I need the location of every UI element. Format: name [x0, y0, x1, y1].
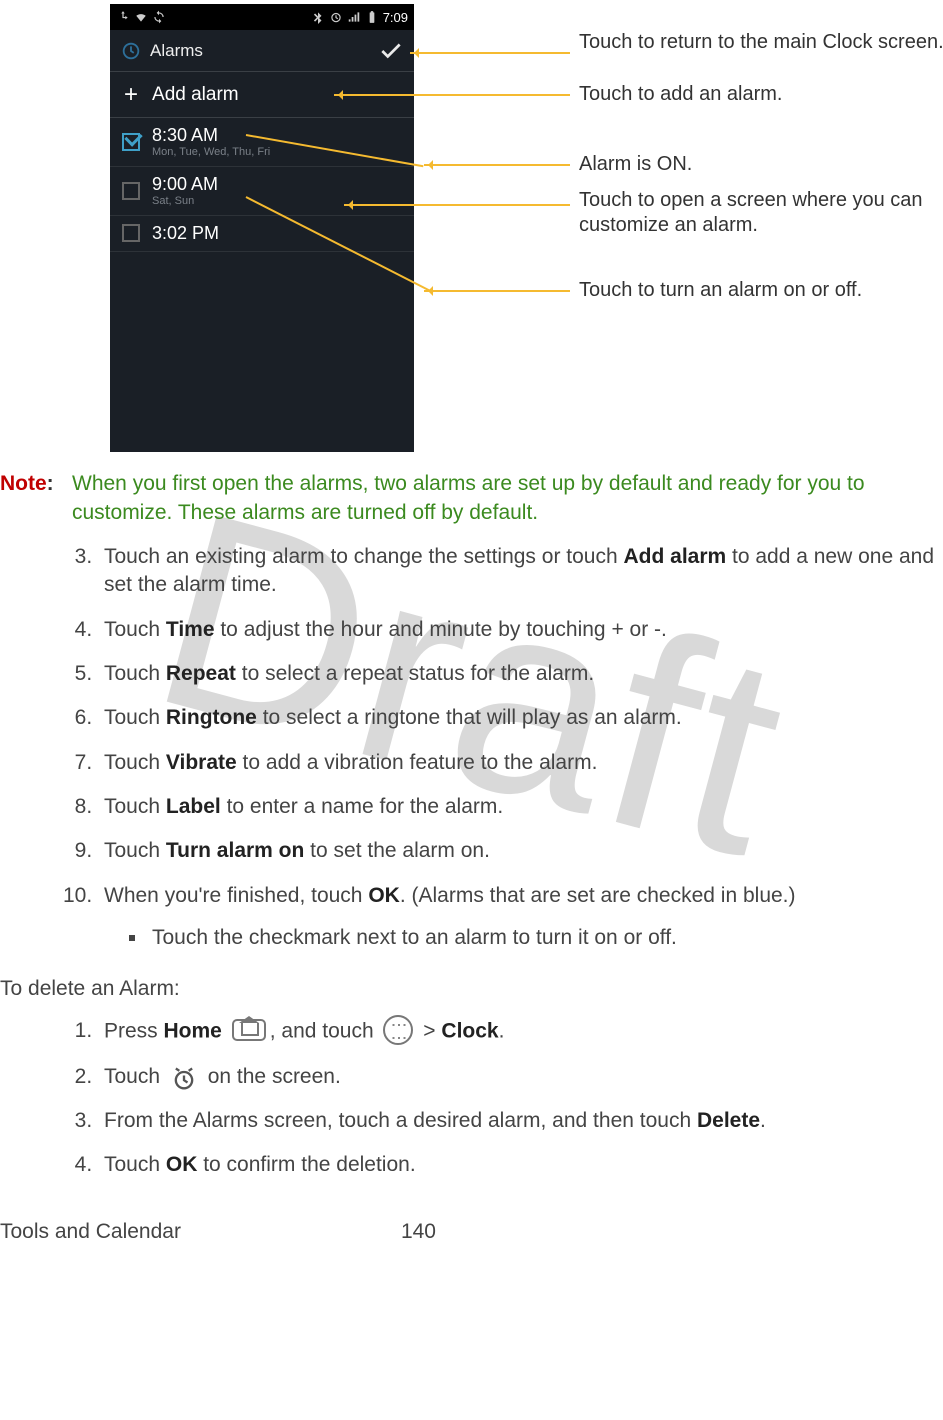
step-item: From the Alarms screen, touch a desired … [98, 1107, 943, 1135]
alarm-days: Sat, Sun [152, 195, 218, 207]
step-item: Touch Label to enter a name for the alar… [98, 793, 943, 821]
clock-icon [120, 40, 142, 62]
sync-icon [152, 10, 166, 24]
step-item: Touch Time to adjust the hour and minute… [98, 616, 943, 644]
callout-text: Alarm is ON. [579, 152, 943, 177]
wifi-icon [134, 10, 148, 24]
home-icon [232, 1019, 266, 1041]
alarm-time: 3:02 PM [152, 224, 219, 244]
phone-screenshot: 7:09 Alarms + Add alarm 8:30 AM Mon, Tue… [110, 4, 414, 452]
alarm-checkbox[interactable] [122, 224, 140, 242]
alarm-time: 9:00 AM [152, 175, 218, 195]
callout-arrow [334, 94, 570, 96]
note-block: Note: When you first open the alarms, tw… [0, 470, 943, 527]
step-item: Touch on the screen. [98, 1063, 943, 1091]
step-item: Touch Turn alarm on to set the alarm on. [98, 837, 943, 865]
status-time: 7:09 [383, 10, 408, 25]
delete-heading: To delete an Alarm: [0, 977, 943, 1001]
step-item: Press Home , and touch > Clock. [98, 1017, 943, 1047]
step-item: Touch an existing alarm to change the se… [98, 543, 943, 600]
plus-icon: + [124, 81, 138, 109]
phone-filler [110, 252, 414, 452]
step-item: When you're finished, touch OK. (Alarms … [98, 882, 943, 953]
step-item: Touch OK to confirm the deletion. [98, 1151, 943, 1179]
alarm-row[interactable]: 8:30 AM Mon, Tue, Wed, Thu, Fri [110, 118, 414, 167]
callout-text: Touch to return to the main Clock screen… [579, 30, 943, 55]
step-item: Touch Ringtone to select a ringtone that… [98, 704, 943, 732]
sub-item: Touch the checkmark next to an alarm to … [148, 924, 943, 952]
sub-list: Touch the checkmark next to an alarm to … [104, 924, 943, 952]
note-label: Note: [0, 470, 72, 527]
callout-arrow [424, 164, 570, 166]
alarm-status-icon [329, 10, 343, 24]
note-body: When you first open the alarms, two alar… [72, 470, 943, 527]
bluetooth-icon [311, 10, 325, 24]
step-item: Touch Vibrate to add a vibration feature… [98, 749, 943, 777]
title-bar: Alarms [110, 30, 414, 72]
figure-row: 7:09 Alarms + Add alarm 8:30 AM Mon, Tue… [110, 4, 943, 452]
alarm-row[interactable]: 3:02 PM [110, 216, 414, 253]
usb-icon [116, 10, 130, 24]
battery-icon [365, 10, 379, 24]
done-check-icon[interactable] [378, 38, 404, 64]
alarm-row[interactable]: 9:00 AM Sat, Sun [110, 167, 414, 216]
callout-text: Touch to turn an alarm on or off. [579, 278, 943, 303]
callout-arrow [424, 290, 570, 292]
status-bar: 7:09 [110, 4, 414, 30]
apps-icon [383, 1015, 413, 1045]
callout-arrow [410, 52, 570, 54]
delete-steps: Press Home , and touch > Clock. Touch on… [0, 1017, 943, 1180]
alarm-checkbox[interactable] [122, 133, 140, 151]
footer-page: 140 [401, 1220, 436, 1244]
alarm-days: Mon, Tue, Wed, Thu, Fri [152, 146, 270, 158]
step-item: Touch Repeat to select a repeat status f… [98, 660, 943, 688]
signal-icon [347, 10, 361, 24]
callout-text: Touch to add an alarm. [579, 82, 943, 107]
alarm-clock-icon [170, 1065, 198, 1093]
alarm-checkbox[interactable] [122, 182, 140, 200]
callout-text: Touch to open a screen where you can cus… [579, 188, 943, 238]
callout-arrow [344, 204, 570, 206]
steps-list: Touch an existing alarm to change the se… [0, 543, 943, 952]
add-alarm-label: Add alarm [152, 84, 239, 106]
page-footer: Tools and Calendar 140 [0, 1220, 943, 1256]
screen-title: Alarms [150, 41, 203, 61]
footer-section: Tools and Calendar [0, 1220, 181, 1244]
